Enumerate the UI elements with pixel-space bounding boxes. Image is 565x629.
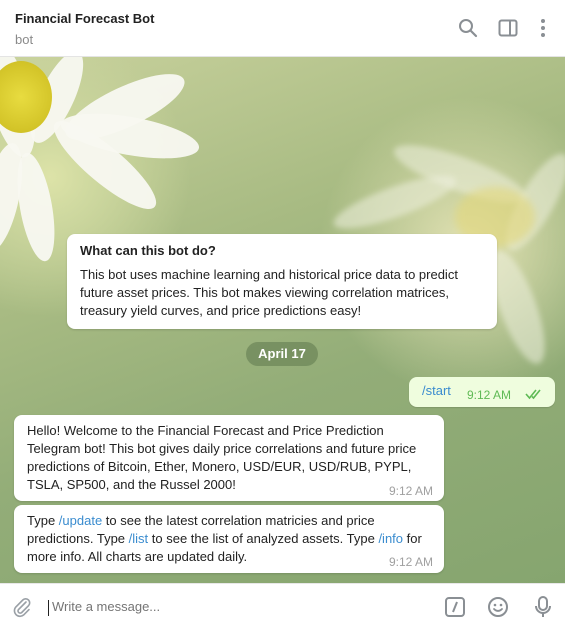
chat-subtitle: bot bbox=[15, 32, 34, 47]
attach-icon[interactable] bbox=[11, 596, 33, 618]
command-link-info[interactable]: /info bbox=[378, 531, 403, 546]
text-segment: Type bbox=[27, 513, 59, 528]
chat-header: Financial Forecast Bot bot bbox=[0, 0, 565, 57]
double-check-icon bbox=[525, 389, 541, 400]
search-icon[interactable] bbox=[457, 17, 479, 39]
incoming-message[interactable]: Hello! Welcome to the Financial Forecast… bbox=[14, 415, 444, 501]
text-segment: to see the list of analyzed assets. Type bbox=[148, 531, 379, 546]
microphone-icon[interactable] bbox=[532, 595, 554, 619]
message-text[interactable]: /start bbox=[422, 383, 451, 398]
chat-title[interactable]: Financial Forecast Bot bbox=[15, 11, 154, 26]
text-caret bbox=[48, 600, 49, 616]
chat-area[interactable]: What can this bot do? This bot uses mach… bbox=[0, 57, 565, 583]
bot-info-card: What can this bot do? This bot uses mach… bbox=[67, 234, 497, 329]
emoji-icon[interactable] bbox=[487, 596, 509, 618]
bot-info-body: This bot uses machine learning and histo… bbox=[80, 267, 458, 318]
sidebar-toggle-icon[interactable] bbox=[497, 17, 519, 39]
bot-info-heading: What can this bot do? bbox=[80, 243, 216, 258]
message-time: 9:12 AM bbox=[388, 484, 433, 498]
commands-icon[interactable] bbox=[444, 596, 466, 618]
message-text: Hello! Welcome to the Financial Forecast… bbox=[27, 423, 417, 492]
message-text: Type /update to see the latest correlati… bbox=[27, 512, 437, 566]
command-link-update[interactable]: /update bbox=[59, 513, 102, 528]
message-time: 9:12 AM bbox=[388, 555, 433, 569]
message-time: 9:12 AM bbox=[467, 388, 512, 402]
message-composer bbox=[0, 583, 565, 629]
outgoing-message[interactable]: /start 9:12 AM bbox=[409, 377, 555, 407]
incoming-message[interactable]: Type /update to see the latest correlati… bbox=[14, 505, 444, 573]
message-input[interactable] bbox=[52, 599, 422, 614]
more-vertical-icon[interactable] bbox=[532, 17, 554, 39]
command-link-list[interactable]: /list bbox=[129, 531, 149, 546]
date-divider: April 17 bbox=[246, 342, 318, 366]
